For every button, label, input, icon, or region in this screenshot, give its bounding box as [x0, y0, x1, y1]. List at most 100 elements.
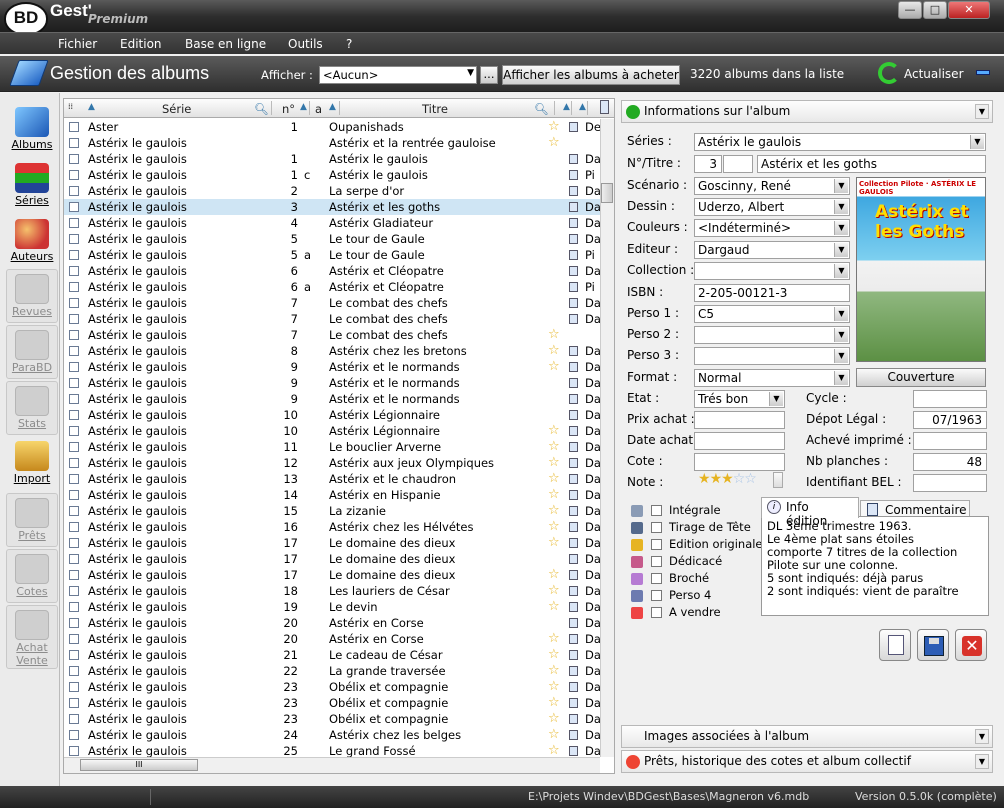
row-checkbox[interactable] — [69, 522, 79, 532]
row-checkbox[interactable] — [69, 474, 79, 484]
table-row[interactable]: Astérix le gaulois 6 a Astérix et Cléopatre… — [64, 279, 600, 295]
row-checkbox[interactable] — [69, 122, 79, 132]
chevron-down-icon[interactable]: ▼ — [834, 328, 848, 342]
flag-checkbox[interactable] — [651, 522, 662, 533]
row-checkbox[interactable] — [69, 234, 79, 244]
table-row[interactable]: Astérix le gaulois 12 Astérix aux jeux Oly… — [64, 455, 600, 471]
chevron-down-icon[interactable]: ▼ — [769, 392, 783, 406]
table-row[interactable]: Astérix le gaulois 23 Obélix et compagnie ☆… — [64, 679, 600, 695]
field-planches[interactable]: 48 — [913, 453, 987, 471]
col-divider[interactable] — [309, 101, 310, 115]
row-checkbox[interactable] — [69, 634, 79, 644]
sidebar-item-stats[interactable]: Stats — [6, 381, 58, 435]
flag-checkbox[interactable] — [651, 607, 662, 618]
afficher-browse-button[interactable]: ... — [480, 66, 498, 84]
row-checkbox[interactable] — [69, 410, 79, 420]
star-icon[interactable]: ★ — [710, 471, 723, 487]
table-row[interactable]: Astérix le gaulois 9 Astérix et le normand… — [64, 359, 600, 375]
table-row[interactable]: Astérix le gaulois 22 La grande traversée ☆… — [64, 663, 600, 679]
table-row[interactable]: Astérix le gaulois Astérix et la rentrée … — [64, 135, 600, 151]
star-icon[interactable]: ☆ — [733, 471, 746, 487]
row-checkbox[interactable] — [69, 346, 79, 356]
table-row[interactable]: Astérix le gaulois 11 Le bouclier Arverne ☆… — [64, 439, 600, 455]
search-icon[interactable]: 🔍︎ — [254, 102, 269, 116]
chevron-down-icon[interactable]: ▼ — [834, 349, 848, 363]
table-row[interactable]: Astérix le gaulois 7 Le combat des chefs ☆ — [64, 327, 600, 343]
table-row[interactable]: Astérix le gaulois 9 Astérix et le normand… — [64, 375, 600, 391]
vertical-scroll-thumb[interactable] — [601, 183, 613, 203]
row-checkbox[interactable] — [69, 266, 79, 276]
table-row[interactable]: Astérix le gaulois 23 Obélix et compagnie ☆… — [64, 711, 600, 727]
minimize-button[interactable]: — — [898, 1, 922, 19]
col-serie[interactable]: Série — [162, 102, 191, 116]
table-row[interactable]: Astérix le gaulois 16 Astérix chez les Hél… — [64, 519, 600, 535]
afficher-select[interactable]: <Aucun> ▼ — [319, 66, 477, 84]
field-bel[interactable] — [913, 474, 987, 492]
field-perso3[interactable]: ▼ — [694, 347, 850, 365]
field-date_achat[interactable] — [694, 432, 785, 450]
table-row[interactable]: Astérix le gaulois 5 a Le tour de Gaule Pi — [64, 247, 600, 263]
cover-image[interactable]: Collection Pilote · ASTÉRIX LE GAULOIS A… — [856, 177, 986, 362]
table-row[interactable]: Astérix le gaulois 15 La zizanie ☆ Da — [64, 503, 600, 519]
row-checkbox[interactable] — [69, 490, 79, 500]
flag-checkbox[interactable] — [651, 556, 662, 567]
sidebar-item-cotes[interactable]: Cotes — [6, 549, 58, 603]
maximize-button[interactable]: □ — [923, 1, 947, 19]
field-num[interactable]: 3 — [694, 155, 722, 173]
table-row[interactable]: Astérix le gaulois 6 Astérix et Cléopatre D… — [64, 263, 600, 279]
row-checkbox[interactable] — [69, 426, 79, 436]
flag-checkbox[interactable] — [651, 573, 662, 584]
field-series[interactable]: Astérix le gaulois ▼ — [694, 133, 986, 151]
field-prix[interactable] — [694, 411, 785, 429]
new-album-button[interactable] — [879, 629, 911, 661]
star-icon[interactable]: ★ — [721, 471, 734, 487]
table-row[interactable]: Aster 1 Oupanishads ☆ De — [64, 119, 600, 135]
table-row[interactable]: Astérix le gaulois 25 Le grand Fossé ☆ Da — [64, 743, 600, 757]
table-row[interactable]: Astérix le gaulois 19 Le devin ☆ Da — [64, 599, 600, 615]
chevron-down-icon[interactable]: ▼ — [834, 371, 848, 385]
field-scenario[interactable]: Goscinny, René ▼ — [694, 177, 850, 195]
table-row[interactable]: Astérix le gaulois 17 Le domaine des dieux… — [64, 535, 600, 551]
row-checkbox[interactable] — [69, 698, 79, 708]
field-couleurs[interactable]: <Indéterminé> ▼ — [694, 219, 850, 237]
chevron-down-icon[interactable]: ▼ — [975, 104, 989, 119]
table-row[interactable]: Astérix le gaulois 8 Astérix chez les bret… — [64, 343, 600, 359]
sidebar-item-import[interactable]: Import — [6, 437, 58, 491]
field-cycle[interactable] — [913, 390, 987, 408]
table-row[interactable]: Astérix le gaulois 7 Le combat des chefs Da — [64, 295, 600, 311]
row-checkbox[interactable] — [69, 186, 79, 196]
menu-fichier[interactable]: Fichier — [58, 37, 97, 51]
row-checkbox[interactable] — [69, 458, 79, 468]
sidebar-item-prets[interactable]: Prêts — [6, 493, 58, 547]
cover-button[interactable]: Couverture — [856, 368, 986, 387]
chevron-down-icon[interactable]: ▼ — [975, 729, 989, 744]
sidebar-item-revues[interactable]: Revues — [6, 269, 58, 323]
col-divider[interactable] — [271, 101, 272, 115]
close-window-button[interactable]: ✕ — [948, 1, 990, 19]
field-isbn[interactable]: 2-205-00121-3 — [694, 284, 850, 302]
row-checkbox[interactable] — [69, 538, 79, 548]
table-row[interactable]: Astérix le gaulois 1 c Astérix le gaulois Pi — [64, 167, 600, 183]
col-divider[interactable] — [554, 101, 555, 115]
row-checkbox[interactable] — [69, 570, 79, 580]
table-row[interactable]: Astérix le gaulois 13 Astérix et le chaudr… — [64, 471, 600, 487]
table-row[interactable]: Astérix le gaulois 3 Astérix et les goths D… — [64, 199, 600, 215]
table-row[interactable]: Astérix le gaulois 1 Astérix le gaulois Da — [64, 151, 600, 167]
row-checkbox[interactable] — [69, 586, 79, 596]
row-checkbox[interactable] — [69, 618, 79, 628]
row-checkbox[interactable] — [69, 554, 79, 564]
field-collection[interactable]: ▼ — [694, 262, 850, 280]
field-dessin[interactable]: Uderzo, Albert ▼ — [694, 198, 850, 216]
collapse-toolbar-icon[interactable] — [976, 70, 990, 75]
sidebar-item-auteurs[interactable]: Auteurs — [6, 215, 58, 269]
info-section-header[interactable]: Informations sur l'album ▼ — [621, 100, 993, 123]
flag-checkbox[interactable] — [651, 590, 662, 601]
row-checkbox[interactable] — [69, 202, 79, 212]
row-checkbox[interactable] — [69, 138, 79, 148]
row-checkbox[interactable] — [69, 666, 79, 676]
cancel-button[interactable]: ✕ — [955, 629, 987, 661]
table-row[interactable]: Astérix le gaulois 20 Astérix en Corse Da — [64, 615, 600, 631]
note-rating[interactable]: ★★★☆☆ — [698, 471, 757, 487]
col-divider[interactable] — [339, 101, 340, 115]
row-checkbox[interactable] — [69, 714, 79, 724]
